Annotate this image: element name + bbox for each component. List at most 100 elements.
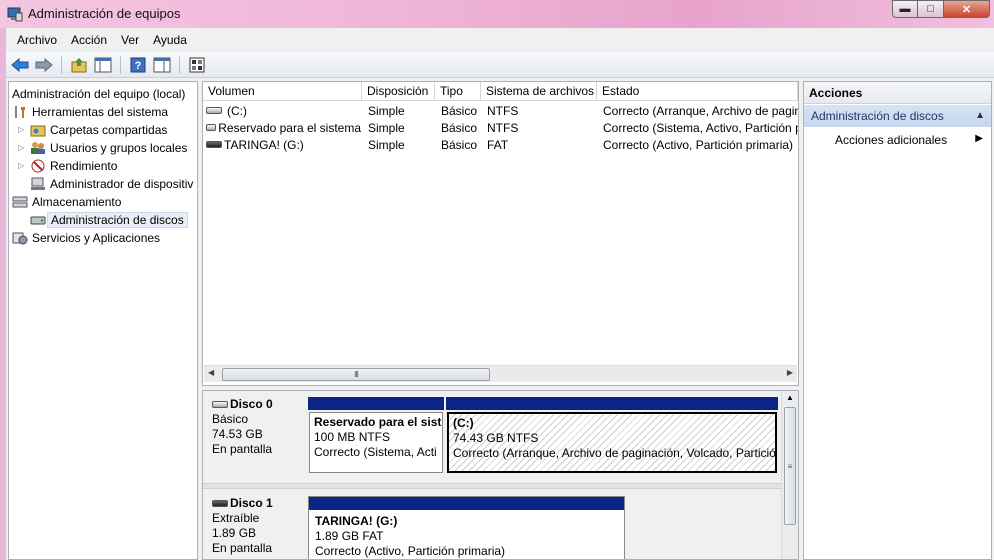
forward-button[interactable]	[34, 55, 54, 75]
tree-item-local-users[interactable]: Usuarios y grupos locales	[30, 139, 187, 156]
actions-section-disk-management[interactable]: Administración de discos ▲	[804, 105, 991, 127]
tree-item-performance[interactable]: Rendimiento	[30, 157, 117, 174]
disk-state: En pantalla	[212, 442, 273, 456]
navigation-tree[interactable]: Administración del equipo (local) Herram…	[8, 81, 198, 560]
tree-item-device-manager[interactable]: Administrador de dispositiv	[30, 175, 193, 192]
horizontal-scrollbar[interactable]: ◀ III ▶	[204, 365, 797, 382]
partition-bar	[446, 397, 778, 410]
disk-management-icon	[30, 216, 46, 224]
scroll-thumb[interactable]: ≡	[784, 407, 796, 525]
shared-folder-icon	[30, 125, 46, 136]
partition-reserved[interactable]: Reservado para el sist 100 MB NTFS Corre…	[308, 397, 444, 475]
tree-item-root[interactable]: Administración del equipo (local)	[12, 85, 185, 102]
more-actions-label: Acciones adicionales	[835, 133, 948, 147]
actions-section-label: Administración de discos	[811, 109, 944, 123]
services-icon	[12, 232, 28, 244]
close-button[interactable]: ✕	[944, 0, 990, 18]
volume-list[interactable]: Volumen Disposición Tipo Sistema de arch…	[202, 81, 799, 386]
partition-body: Reservado para el sist 100 MB NTFS Corre…	[309, 412, 443, 473]
collapse-up-icon[interactable]: ▲	[975, 110, 985, 121]
menu-ayuda[interactable]: Ayuda	[146, 33, 194, 47]
window-title: Administración de equipos	[28, 6, 181, 21]
tree-item-services[interactable]: Servicios y Aplicaciones	[12, 229, 160, 246]
volume-name: (C:)	[227, 103, 247, 118]
tree-item-label: Herramientas del sistema	[32, 104, 169, 119]
tree-item-shared-folders[interactable]: Carpetas compartidas	[30, 121, 167, 138]
disk-name: Disco 1	[230, 496, 273, 510]
maximize-button[interactable]: □	[918, 0, 944, 18]
help-button[interactable]: ?	[128, 55, 148, 75]
tree-item-label: Administración de discos	[47, 211, 188, 228]
window-controls: ▬ □ ✕	[892, 0, 990, 20]
console-button[interactable]	[187, 55, 207, 75]
disk-graphical-view[interactable]: Disco 0 Básico 74.53 GB En pantalla Rese…	[202, 390, 799, 560]
cell-filesystem: NTFS	[487, 103, 519, 118]
vertical-scrollbar[interactable]: ▲ ≡	[781, 391, 798, 559]
expand-arrow-icon[interactable]: ▷	[18, 161, 26, 170]
drive-icon	[206, 107, 222, 114]
disk-1-info[interactable]: Disco 1 Extraíble 1.89 GB En pantalla	[205, 496, 303, 556]
menu-ver[interactable]: Ver	[114, 33, 146, 47]
column-header-volume[interactable]: Volumen	[203, 82, 362, 101]
disk-icon	[212, 401, 228, 408]
menu-accion[interactable]: Acción	[64, 33, 114, 47]
close-icon: ✕	[961, 3, 972, 16]
partition-name: TARINGA! (G:)	[315, 514, 398, 528]
tree-item-storage[interactable]: Almacenamiento	[12, 193, 121, 210]
device-manager-icon	[31, 177, 45, 190]
actions-pane: Acciones Administración de discos ▲ Acci…	[803, 81, 992, 560]
scroll-grip: III	[354, 370, 359, 379]
table-row[interactable]: (C:)	[205, 102, 361, 119]
column-header-type[interactable]: Tipo	[435, 82, 481, 101]
partition-status: Correcto (Sistema, Acti	[314, 445, 437, 459]
maximize-icon: □	[927, 3, 934, 15]
tree-item-label: Carpetas compartidas	[50, 122, 168, 137]
disk-kind: Extraíble	[212, 511, 260, 525]
column-header-filesystem[interactable]: Sistema de archivos	[481, 82, 597, 101]
up-level-button[interactable]	[69, 55, 89, 75]
disk-size: 1.89 GB	[212, 526, 257, 540]
drive-icon	[206, 124, 217, 131]
expand-arrow-icon[interactable]: ▷	[18, 125, 26, 134]
show-hide-tree-button[interactable]	[93, 55, 113, 75]
forward-arrow-icon	[35, 57, 53, 72]
submenu-arrow-icon: ▶	[975, 133, 983, 144]
back-button[interactable]	[10, 55, 30, 75]
more-actions-item[interactable]: Acciones adicionales ▶	[804, 130, 991, 150]
table-row[interactable]: TARINGA! (G:)	[205, 136, 361, 153]
menu-archivo[interactable]: Archivo	[10, 33, 64, 47]
window-client: Archivo Acción Ver Ayuda ? Administració…	[6, 28, 994, 560]
removable-disk-icon	[212, 500, 228, 507]
tree-item-disk-management[interactable]: Administración de discos	[30, 211, 188, 228]
partition-bar	[309, 497, 624, 510]
minimize-button[interactable]: ▬	[892, 0, 918, 18]
toolbar-separator	[61, 55, 62, 74]
scroll-thumb[interactable]: III	[222, 368, 490, 381]
tree-item-label: Almacenamiento	[32, 194, 122, 209]
partition-body: (C:) 74.43 GB NTFS Correcto (Arranque, A…	[447, 412, 777, 473]
scroll-left-icon[interactable]: ◀	[208, 368, 214, 377]
scroll-right-icon[interactable]: ▶	[787, 368, 793, 377]
tree-item-label: Rendimiento	[50, 158, 118, 173]
scroll-up-icon[interactable]: ▲	[786, 393, 794, 402]
volume-name: Reservado para el sistema	[218, 120, 361, 135]
volume-name: TARINGA! (G:)	[224, 137, 304, 152]
disk-0-info[interactable]: Disco 0 Básico 74.53 GB En pantalla	[205, 397, 303, 457]
svg-text:?: ?	[135, 60, 142, 72]
title-bar[interactable]: Administración de equipos ▬ □ ✕	[0, 0, 994, 28]
partition-c[interactable]: (C:) 74.43 GB NTFS Correcto (Arranque, A…	[446, 397, 778, 475]
scroll-grip-icon: ≡	[787, 461, 793, 471]
tree-root-label: Administración del equipo (local)	[12, 86, 186, 101]
menu-bar: Archivo Acción Ver Ayuda	[6, 28, 994, 52]
expand-arrow-icon[interactable]: ▷	[18, 143, 26, 152]
partition-taringa[interactable]: TARINGA! (G:) 1.89 GB FAT Correcto (Acti…	[308, 496, 625, 559]
cell-status: Correcto (Sistema, Activo, Partición p	[603, 120, 798, 135]
column-header-status[interactable]: Estado	[597, 82, 798, 101]
column-header-layout[interactable]: Disposición	[362, 82, 435, 101]
properties-button[interactable]	[152, 55, 172, 75]
partition-name: (C:)	[453, 416, 474, 430]
table-row[interactable]: Reservado para el sistema	[205, 119, 361, 136]
partition-status: Correcto (Arranque, Archivo de paginació…	[453, 446, 776, 460]
tree-item-system-tools[interactable]: Herramientas del sistema	[12, 103, 168, 120]
center-pane: Volumen Disposición Tipo Sistema de arch…	[202, 81, 799, 560]
